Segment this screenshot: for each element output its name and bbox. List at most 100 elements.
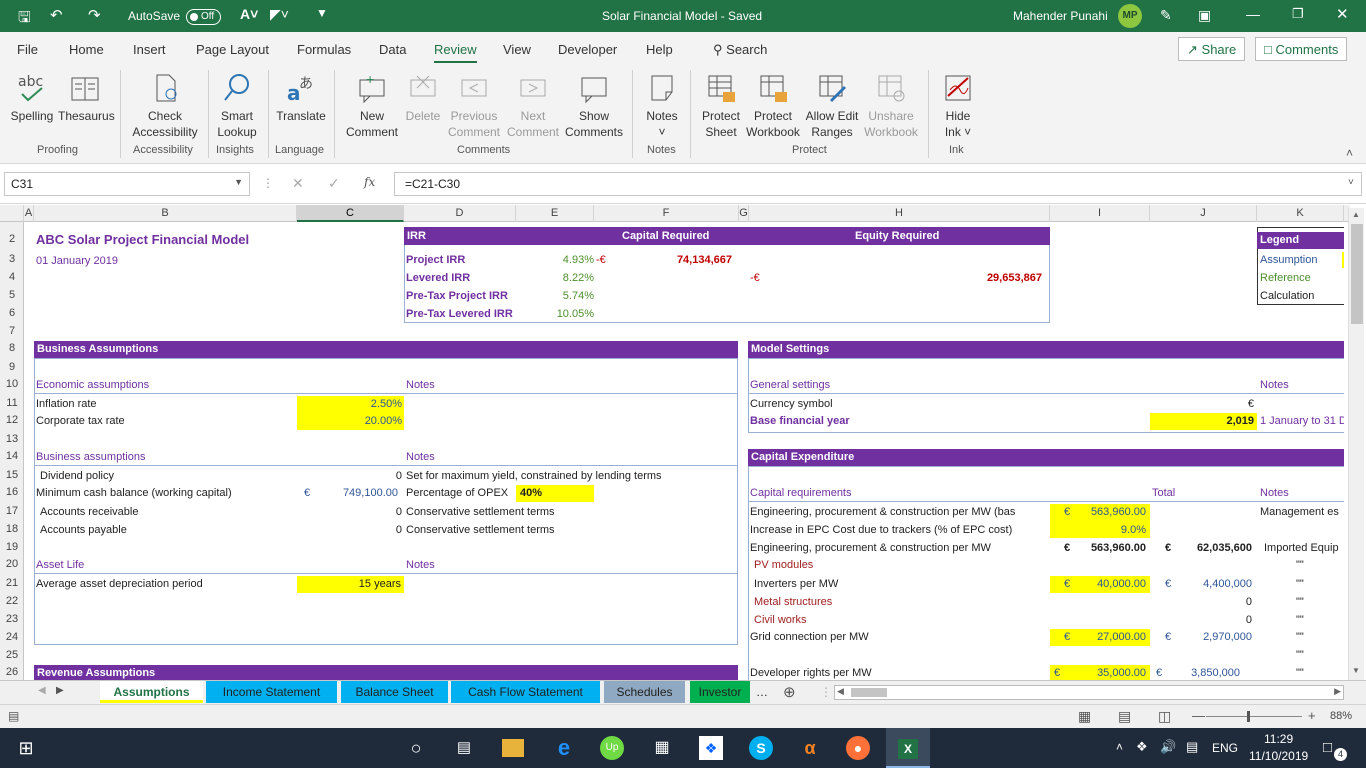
comments-button[interactable]: □ Comments [1255,37,1348,61]
macro-record-icon[interactable]: ▤ [8,709,19,723]
tab-home[interactable]: Home [69,42,104,57]
formula-input[interactable]: =C21-C30 [394,172,1362,196]
scroll-up-icon[interactable]: ▲ [1352,210,1360,219]
scroll-right-icon[interactable]: ▶ [1334,686,1341,697]
undo-icon[interactable]: ↶ [50,6,63,24]
column-header-g[interactable]: G [739,205,749,222]
row-header[interactable]: 25 [0,649,24,661]
corporate-tax-value[interactable]: 20.00% [297,413,402,429]
sheet-tab-schedules[interactable]: Schedules [604,681,685,703]
prev-sheet-icon[interactable]: ◀ [38,685,46,696]
check-accessibility-button[interactable]: Check Accessibility [128,72,202,140]
column-header-k[interactable]: K [1257,205,1344,222]
action-center-icon[interactable]: □ [1323,739,1332,756]
close-icon[interactable]: ✕ [1336,5,1349,23]
epc-bas-value[interactable]: 563,960.00 [1074,504,1146,520]
show-hidden-icons[interactable]: ˄ [1116,740,1123,754]
page-layout-view-icon[interactable]: ▤ [1118,708,1131,725]
row-header[interactable]: 5 [0,289,24,301]
allow-edit-ranges-button[interactable]: Allow Edit Ranges [804,72,860,140]
redo-icon[interactable]: ↷ [88,6,101,24]
next-comment-button[interactable]: Next Comment [504,72,562,140]
column-header-d[interactable]: D [404,205,516,222]
previous-comment-button[interactable]: Previous Comment [444,72,504,140]
page-break-view-icon[interactable]: ◫ [1158,708,1171,725]
dropbox-icon[interactable]: ❖ [699,736,723,760]
firefox-icon[interactable]: ● [846,736,870,760]
search-box[interactable]: ⚲ Search [713,42,767,58]
row-header[interactable]: 14 [0,450,24,462]
tab-formulas[interactable]: Formulas [297,42,351,57]
row-header[interactable]: 2 [0,233,24,245]
zoom-slider[interactable] [1206,716,1302,717]
select-all-corner[interactable] [0,205,24,222]
edge-icon[interactable]: e [552,736,576,760]
name-box[interactable]: C31 ▼ [4,172,250,196]
unshare-workbook-button[interactable]: Unshare Workbook [862,72,920,140]
developer-rights-value[interactable]: 35,000.00 [1074,665,1146,680]
zoom-level[interactable]: 88% [1330,710,1352,722]
sheet-tab-balance-sheet[interactable]: Balance Sheet [341,681,448,703]
tab-insert[interactable]: Insert [133,42,166,57]
collapse-ribbon-icon[interactable]: ˄ [1346,146,1353,160]
normal-view-icon[interactable]: ▦ [1078,708,1091,725]
vertical-scrollbar[interactable]: ▲ ▼ [1348,208,1364,680]
expand-formula-icon[interactable]: ˅ [1348,177,1354,188]
row-header[interactable]: 6 [0,307,24,319]
font-color-icon[interactable]: A˅ [240,6,258,22]
zoom-in-icon[interactable]: + [1308,708,1316,723]
insert-function-icon[interactable]: fx [364,175,375,189]
worksheet-grid[interactable]: ABC Solar Project Financial Model 01 Jan… [24,222,1344,680]
sheet-tab-assumptions[interactable]: Assumptions [100,681,203,703]
accounts-payable-value[interactable]: 0 [297,522,402,538]
tab-help[interactable]: Help [646,42,673,57]
cortana-icon[interactable]: ○ [404,736,428,760]
language-indicator[interactable]: ENG [1212,741,1238,755]
avg-depreciation-value[interactable]: 15 years [297,576,401,592]
row-header[interactable]: 23 [0,613,24,625]
row-header[interactable]: 12 [0,414,24,426]
row-header[interactable]: 21 [0,577,24,589]
row-header[interactable]: 7 [0,325,24,337]
base-year-value[interactable]: 2,019 [1150,413,1254,429]
row-header[interactable]: 17 [0,505,24,517]
clock-date[interactable]: 11/10/2019 [1249,749,1308,763]
min-cash-value[interactable]: 749,100.00 [314,485,398,501]
row-header[interactable]: 19 [0,541,24,553]
customize-qat-icon[interactable]: ▼ [316,6,328,20]
scroll-thumb[interactable] [1351,224,1363,324]
grid-connection-value[interactable]: 27,000.00 [1074,629,1146,645]
trackers-value[interactable]: 9.0% [1074,522,1146,538]
min-cash-pct[interactable]: 40% [520,485,542,501]
show-comments-button[interactable]: Show Comments [562,72,626,140]
row-header[interactable]: 26 [0,666,24,678]
row-header[interactable]: 24 [0,631,24,643]
volume-icon[interactable]: 🔊 [1160,739,1176,755]
pen-icon[interactable]: ✎ [1160,7,1172,24]
column-header-f[interactable]: F [594,205,739,222]
inflation-rate-value[interactable]: 2.50% [297,396,402,412]
notes-button[interactable]: Notes ˅ [640,72,684,140]
enter-icon[interactable]: ✓ [328,175,340,192]
scroll-left-icon[interactable]: ◀ [837,686,844,697]
clock-time[interactable]: 11:29 [1264,732,1293,746]
avatar[interactable]: MP [1118,4,1142,28]
fill-color-icon[interactable]: ◤˅ [270,6,289,23]
excel-taskbar-icon[interactable]: X [886,728,930,768]
windows-start-icon[interactable]: ⊞ [14,736,38,760]
column-header-i[interactable]: I [1050,205,1150,222]
column-header-c[interactable]: C [297,205,404,222]
column-header-h[interactable]: H [749,205,1050,222]
skype-icon[interactable]: S [749,736,773,760]
column-header-b[interactable]: B [34,205,297,222]
next-sheet-icon[interactable]: ▶ [56,685,64,696]
smart-lookup-button[interactable]: Smart Lookup [214,72,260,140]
add-sheet-icon[interactable]: ⊕ [783,683,796,701]
delete-comment-button[interactable]: Delete [404,72,442,124]
row-header[interactable]: 20 [0,558,24,570]
row-header[interactable]: 10 [0,378,24,390]
file-explorer-icon[interactable] [502,739,524,757]
app-icon[interactable]: α [798,736,822,760]
spelling-button[interactable]: abc Spelling [8,72,56,124]
row-header[interactable]: 15 [0,469,24,481]
